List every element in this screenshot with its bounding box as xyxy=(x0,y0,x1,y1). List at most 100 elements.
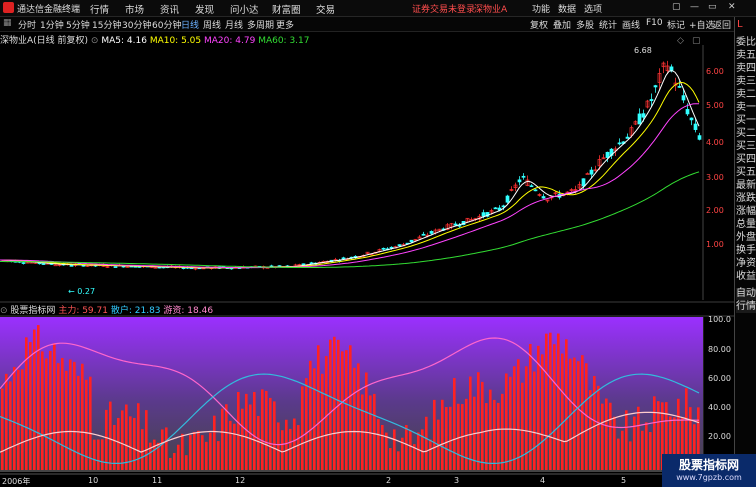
zhuli-bar xyxy=(145,410,148,470)
panel-auto[interactable]: 自动 xyxy=(736,288,756,300)
panel-sell2[interactable]: 卖二 xyxy=(736,89,756,101)
price-tick: 6.00 xyxy=(706,67,724,76)
indicator-name[interactable]: 股票指标网 xyxy=(10,306,55,316)
zhuli-bar xyxy=(597,385,600,470)
candle-body xyxy=(421,233,426,236)
time-tick: 5 xyxy=(621,476,627,485)
zhuli-bar xyxy=(121,410,124,470)
panel-quotes[interactable]: 行情 xyxy=(736,301,756,313)
zhuli-bar xyxy=(573,357,576,470)
zhuli-bar xyxy=(189,435,192,470)
time-tick: 2 xyxy=(386,476,392,485)
candle-body xyxy=(517,179,522,183)
zhuli-bar xyxy=(1,388,4,470)
zhuli-bar xyxy=(69,359,72,470)
zhuli-bar xyxy=(657,401,660,470)
zhuli-bar xyxy=(29,342,32,470)
zhuli-bar xyxy=(533,371,536,470)
panel-net-asset[interactable]: 净资 xyxy=(736,258,756,270)
indicator-settings-icon[interactable]: ⊙ xyxy=(0,306,8,316)
candle-body xyxy=(541,196,546,199)
zhuli-bar xyxy=(93,439,96,470)
zhuli-bar xyxy=(393,429,396,470)
candle-body xyxy=(53,264,58,267)
zhuli-bar xyxy=(265,390,268,470)
candle-body xyxy=(677,86,682,88)
zhuli-bar xyxy=(353,367,356,470)
zhuli-bar xyxy=(277,422,280,470)
panel-buy3[interactable]: 买三 xyxy=(736,141,756,153)
zhuli-bar xyxy=(293,418,296,470)
candle-body xyxy=(617,142,622,145)
candle-body xyxy=(589,169,594,175)
zhuli-bar xyxy=(617,438,620,470)
zhuli-bar xyxy=(321,373,324,470)
zhuli-bar xyxy=(229,420,232,470)
zhuli-bar xyxy=(645,422,648,470)
candle-body xyxy=(529,185,534,188)
zhuli-bar xyxy=(589,390,592,470)
price-tick: 2.00 xyxy=(706,206,724,215)
zhuli-bar xyxy=(77,375,80,470)
zhuli-bar xyxy=(373,393,376,470)
zhuli-bar xyxy=(73,361,76,470)
zhuli-bar xyxy=(169,457,172,470)
candle-body xyxy=(409,239,414,243)
panel-change-pct[interactable]: 涨幅 xyxy=(736,206,756,218)
zhuli-bar xyxy=(217,441,220,470)
zhuli-bar xyxy=(13,366,16,470)
panel-buy1[interactable]: 买一 xyxy=(736,115,756,127)
zhuli-bar xyxy=(429,439,432,470)
panel-sell5[interactable]: 卖五 xyxy=(736,50,756,62)
panel-sell1[interactable]: 卖一 xyxy=(736,102,756,114)
panel-buy5[interactable]: 买五 xyxy=(736,167,756,179)
zhuli-bar xyxy=(629,441,632,470)
zhuli-bar xyxy=(33,329,36,470)
zhuli-bar xyxy=(333,336,336,470)
candle-body xyxy=(521,175,526,178)
panel-change[interactable]: 涨跌 xyxy=(736,193,756,205)
zhuli-bar xyxy=(25,337,28,470)
panel-earnings[interactable]: 收益 xyxy=(736,271,756,283)
panel-latest[interactable]: 最新 xyxy=(736,180,756,192)
zhuli-bar xyxy=(173,452,176,470)
indicator-tick: 80.00 xyxy=(708,345,731,354)
zhuli-bar xyxy=(541,354,544,470)
zhuli-bar xyxy=(389,448,392,470)
panel-bracket-icon: L xyxy=(737,19,743,30)
zhuli-bar xyxy=(245,393,248,470)
zhuli-bar xyxy=(397,451,400,470)
zhuli-bar xyxy=(237,391,240,470)
time-tick: 10 xyxy=(88,476,99,485)
zhuli-bar xyxy=(425,416,428,470)
zhuli-bar xyxy=(89,376,92,470)
panel-outer-vol[interactable]: 外盘 xyxy=(736,232,756,244)
zhuli-bar xyxy=(465,398,468,470)
zhuli-bar xyxy=(285,419,288,470)
zhuli-bar xyxy=(417,432,420,470)
zhuli-bar xyxy=(185,455,188,470)
zhuli-bar xyxy=(241,408,244,470)
zhuli-bar xyxy=(17,369,20,470)
zhuli-bar xyxy=(125,404,128,470)
panel-weibi[interactable]: 委比 xyxy=(736,37,756,49)
kline-chart[interactable]: ← 0.27 6.68 xyxy=(0,0,734,487)
panel-sell4[interactable]: 卖四 xyxy=(736,63,756,75)
candle-body xyxy=(69,264,74,267)
panel-sell3[interactable]: 卖三 xyxy=(736,76,756,88)
panel-buy2[interactable]: 买二 xyxy=(736,128,756,140)
zhuli-bar xyxy=(133,417,136,470)
candle-body xyxy=(697,135,702,140)
sanhu-value: 散户: 21.83 xyxy=(110,306,161,316)
panel-turnover[interactable]: 换手 xyxy=(736,245,756,257)
zhuli-bar xyxy=(57,363,60,470)
panel-buy4[interactable]: 买四 xyxy=(736,154,756,166)
zhuli-bar xyxy=(385,432,388,470)
zhuli-bar xyxy=(205,441,208,470)
candle-body xyxy=(681,95,686,101)
candle-body xyxy=(533,189,538,192)
candle-body xyxy=(341,257,346,260)
zhuli-bar xyxy=(485,403,488,470)
indicator-tick: 100.0 xyxy=(708,315,731,324)
panel-volume[interactable]: 总量 xyxy=(736,219,756,231)
